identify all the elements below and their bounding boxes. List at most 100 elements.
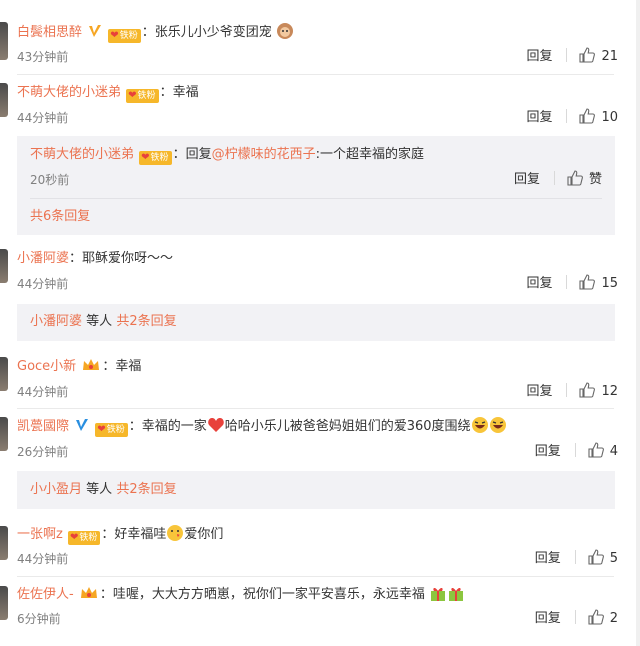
comment-item: 不萌大佬的小迷弟 ❤铁粉 ：幸福 44分钟前 回复 10 不萌大佬的小迷弟 ❤铁粉：… <box>0 75 640 240</box>
comment-line: 凯甍國際 ❤铁粉 ：幸福的一家 哈哈小乐儿被爸爸妈姐姐们的爱360度围绕 <box>17 416 507 437</box>
avatar[interactable] <box>0 586 8 620</box>
like-count: 4 <box>609 444 618 459</box>
comment-text: 哇喔，大大方方晒崽，祝你们一家平安喜乐，永远幸福 <box>112 587 425 602</box>
thumbs-up-icon <box>588 442 604 458</box>
crown-badge-icon <box>83 359 100 370</box>
avatar[interactable] <box>0 526 8 560</box>
timestamp: 6分钟前 <box>17 612 61 626</box>
timestamp: 44分钟前 <box>17 277 69 291</box>
comment-text: 爱你们 <box>184 527 224 542</box>
username-link[interactable]: 小潘阿婆 <box>30 314 82 329</box>
divider <box>566 275 568 289</box>
comment-line: 白鬓相思醉 ❤铁粉 ：张乐儿小少爷变团宠 <box>17 22 294 43</box>
divider <box>17 576 614 577</box>
timestamp: 44分钟前 <box>17 111 69 125</box>
like-count: 12 <box>601 384 618 399</box>
red-heart-emoji <box>207 418 224 432</box>
crown-badge-icon <box>80 587 97 598</box>
more-replies-link[interactable]: 共6条回复 <box>30 207 90 227</box>
laughing-emoji <box>471 417 488 433</box>
like-button[interactable]: 5 <box>588 549 618 566</box>
divider <box>574 610 576 624</box>
thumbs-up-icon <box>567 170 583 186</box>
reply-summary: 小潘阿婆 等人 共2条回复 <box>30 312 177 332</box>
like-button[interactable]: 10 <box>579 108 618 125</box>
avatar[interactable] <box>0 249 8 283</box>
monkey-emoji <box>276 23 293 39</box>
like-button[interactable]: 15 <box>579 274 618 291</box>
gift-emoji <box>431 587 446 601</box>
comment-actions: 回复 10 <box>526 108 618 128</box>
thumbs-up-icon <box>579 382 596 398</box>
username-link[interactable]: 小潘阿婆 <box>17 251 69 266</box>
fan-badge[interactable]: ❤铁粉 <box>108 29 141 43</box>
like-button[interactable]: 2 <box>588 609 618 626</box>
fan-badge[interactable]: ❤铁粉 <box>139 151 172 165</box>
reply-button[interactable]: 回复 <box>526 110 552 125</box>
avatar[interactable] <box>0 83 8 117</box>
fan-badge[interactable]: ❤铁粉 <box>67 531 101 545</box>
comment-item: 一张啊z ❤铁粉 ：好幸福哇 爱你们 44分钟前 回复 5 <box>0 518 640 577</box>
more-replies-link[interactable]: 共2条回复 <box>116 482 176 497</box>
kiss-emoji <box>167 525 184 541</box>
comment-item: 凯甍國際 ❤铁粉 ：幸福的一家 哈哈小乐儿被爸爸妈姐姐们的爱360度围绕 26分钟前… <box>0 409 640 517</box>
timestamp: 43分钟前 <box>17 50 69 64</box>
username-link[interactable]: 白鬓相思醉 <box>17 25 82 40</box>
sub-reply-actions: 回复 赞 <box>514 170 602 190</box>
thumbs-up-icon <box>579 274 596 290</box>
reply-summary-text: 等人 <box>86 482 113 497</box>
comment-actions: 回复 12 <box>526 382 618 402</box>
comment-item: 小潘阿婆：耶稣爱你呀～～ 44分钟前 回复 15 小潘阿婆 等人 共2条回复 <box>0 241 640 348</box>
colon: ： <box>99 587 113 602</box>
scrollbar[interactable] <box>636 0 640 646</box>
verified-v-icon <box>76 419 89 431</box>
like-button[interactable]: 12 <box>579 382 618 399</box>
colon: ： <box>101 527 115 542</box>
mention-link[interactable]: @柠檬味的花西子 <box>212 147 316 162</box>
comment-actions: 回复 21 <box>526 47 618 67</box>
reply-button[interactable]: 回复 <box>514 172 540 187</box>
laughing-emoji <box>489 417 506 433</box>
avatar[interactable] <box>0 357 8 391</box>
username-link[interactable]: Goce小新 <box>17 359 76 374</box>
username-link[interactable]: 佐佐伊人- <box>17 587 74 602</box>
avatar[interactable] <box>0 22 8 60</box>
reply-button[interactable]: 回复 <box>526 276 552 291</box>
comment-text: 幸福 <box>115 359 142 374</box>
more-replies-link[interactable]: 共2条回复 <box>116 314 176 329</box>
sub-reply-line: 不萌大佬的小迷弟 ❤铁粉 ：回复@柠檬味的花西子:一个超幸福的家庭 <box>30 145 424 165</box>
reply-button[interactable]: 回复 <box>535 611 561 626</box>
username-link[interactable]: 凯甍國際 <box>17 419 69 434</box>
reply-button[interactable]: 回复 <box>535 551 561 566</box>
username-link[interactable]: 不萌大佬的小迷弟 <box>30 147 134 162</box>
timestamp: 44分钟前 <box>17 385 69 399</box>
comment-text: 幸福 <box>172 85 199 100</box>
thumbs-up-icon <box>588 549 604 565</box>
divider <box>553 171 555 185</box>
username-link[interactable]: 小小盈月 <box>30 482 82 497</box>
avatar[interactable] <box>0 417 8 451</box>
heart-icon: ❤ <box>110 30 119 41</box>
comment-line: 小潘阿婆：耶稣爱你呀～～ <box>17 249 173 269</box>
thumbs-up-icon <box>579 108 596 124</box>
reply-button[interactable]: 回复 <box>535 444 561 459</box>
like-button[interactable]: 21 <box>579 47 618 64</box>
reply-box: 小小盈月 等人 共2条回复 <box>17 471 615 509</box>
comment-actions: 回复 2 <box>535 609 618 629</box>
username-link[interactable]: 不萌大佬的小迷弟 <box>17 85 121 100</box>
like-button[interactable]: 赞 <box>567 170 602 187</box>
like-count: 10 <box>601 110 618 125</box>
timestamp: 44分钟前 <box>17 552 69 566</box>
reply-button[interactable]: 回复 <box>526 384 552 399</box>
like-button[interactable]: 4 <box>588 442 618 459</box>
like-count: 2 <box>609 611 618 626</box>
reply-button[interactable]: 回复 <box>526 49 552 64</box>
username-link[interactable]: 一张啊z <box>17 527 63 542</box>
gift-emoji <box>449 587 464 601</box>
colon: ： <box>172 147 186 162</box>
fan-badge[interactable]: ❤铁粉 <box>95 423 128 437</box>
comment-text: 哈哈小乐儿被爸爸妈姐姐们的爱360度围绕 <box>224 419 471 434</box>
fan-badge[interactable]: ❤铁粉 <box>126 89 159 103</box>
heart-icon: ❤ <box>128 90 137 101</box>
comment-line: 一张啊z ❤铁粉 ：好幸福哇 爱你们 <box>17 524 223 545</box>
